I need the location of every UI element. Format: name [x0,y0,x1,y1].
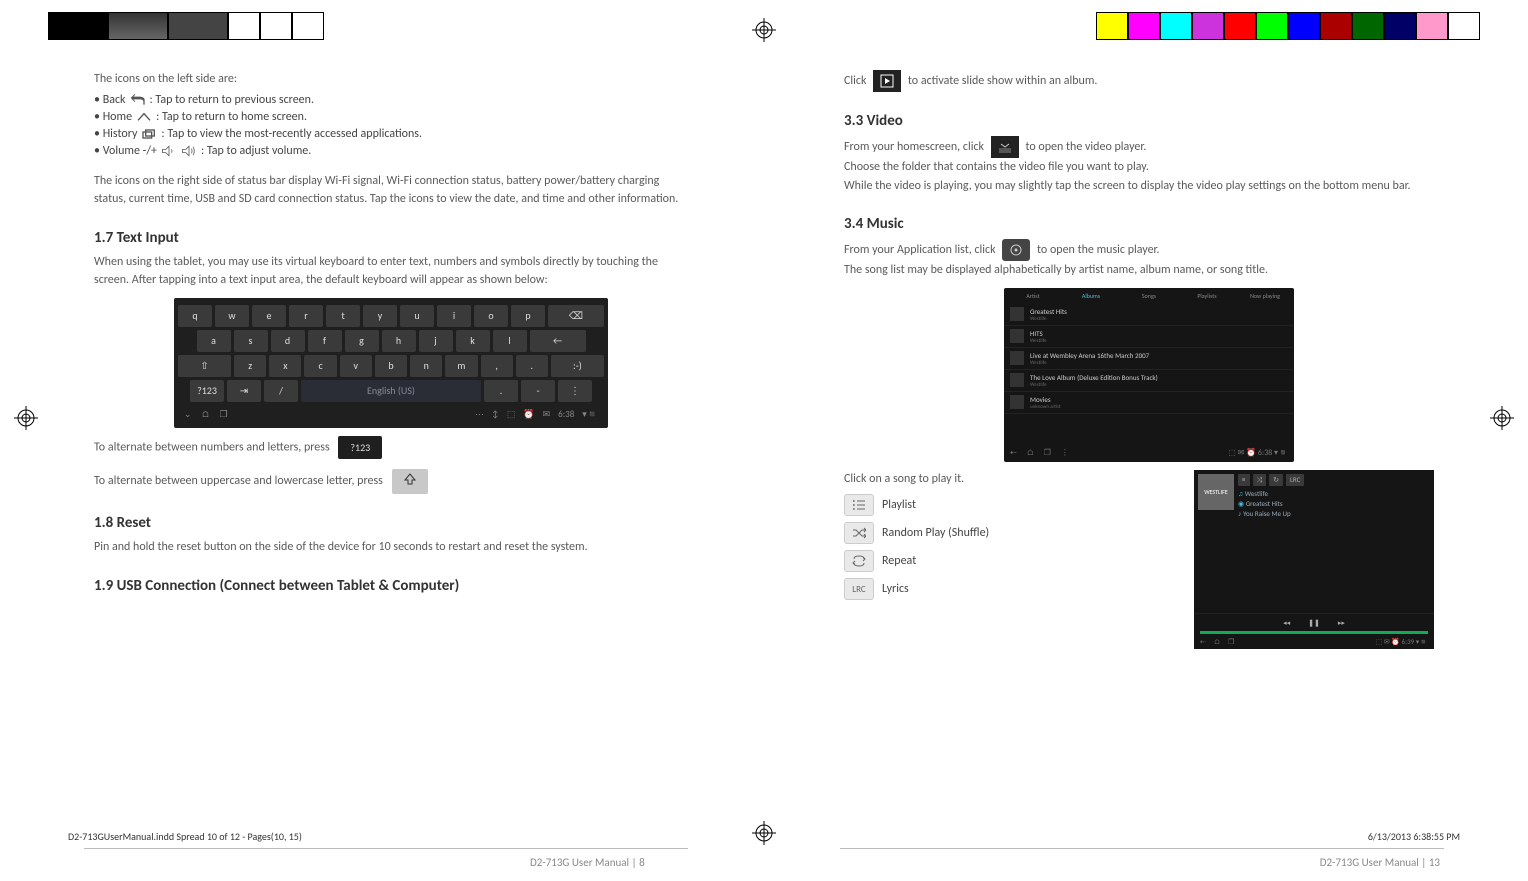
footer-rule-right [840,848,1444,849]
registration-mark-icon [14,406,38,430]
music-p: The song list may be displayed alphabeti… [844,261,1434,280]
spread-filename: D2-713GUserManual.indd Spread 10 of 12 -… [68,830,302,843]
bullet-volume: • Volume -/+ : Tap to adjust volume. [94,144,684,158]
page-footer-right: D2-713G User Manual | 13 [1320,856,1440,869]
video-p2: While the video is playing, you may slig… [844,177,1434,196]
numbers-key-icon: ?123 [338,436,382,460]
alternate-case-text: To alternate between uppercase and lower… [94,469,684,494]
keyboard-screenshot: qwertyuiop⌫ asdfghjkl← ⇧zxcvbnm,.:-) ?12… [174,298,608,428]
music-player-icon [1002,239,1030,261]
registration-bar-left [48,12,324,40]
alternate-numbers-text: To alternate between numbers and letters… [94,436,684,460]
spread-timestamp: 6/13/2013 6:38:55 PM [1368,830,1460,843]
bullet-home: • Home : Tap to return to home screen. [94,110,684,124]
heading-1-9: 1.9 USB Connection (Connect between Tabl… [94,577,684,595]
registration-mark-icon [752,821,776,845]
bullet-back: • Back : Tap to return to previous scree… [94,93,684,107]
repeat-label: Repeat [844,550,1176,572]
shuffle-icon [844,522,874,544]
video-p1: Choose the folder that contains the vide… [844,158,1434,177]
footer-rule-left [84,848,688,849]
back-icon [130,93,146,107]
music-player-screenshot: WESTLIFE ≡⤨↻LRC ♫ Westlife ◉ Greatest Hi… [1194,470,1434,649]
video-open-text: From your homescreen, click to open the … [844,136,1434,158]
heading-3-4: 3.4 Music [844,215,1434,233]
music-library-screenshot: ArtistAlbumsSongsPlaylistsNow playing Gr… [1004,288,1294,462]
shift-key-icon [392,469,428,494]
playlist-label: Playlist [844,494,1176,516]
home-icon [136,110,152,124]
registration-mark-icon [752,18,776,42]
volume-down-icon [161,144,177,158]
volume-up-icon [181,144,197,158]
paragraph-1-7: When using the tablet, you may use its v… [94,253,684,290]
repeat-icon [844,550,874,572]
slideshow-text: Click to activate slide show within an a… [844,70,1434,92]
page-footer-left: D2-713G User Manual | 8 [530,856,645,869]
page-left: The icons on the left side are: • Back :… [84,70,694,770]
playlist-icon [844,494,874,516]
bullet-history: • History : Tap to view the most-recentl… [94,127,684,141]
lyrics-label: LRC Lyrics [844,578,1176,600]
paragraph-1-8: Pin and hold the reset button on the sid… [94,538,684,557]
video-player-icon [991,136,1019,158]
music-open-text: From your Application list, click to ope… [844,239,1434,261]
slideshow-play-icon [873,70,901,92]
right-icons-paragraph: The icons on the right side of status ba… [94,172,684,209]
page-right: Click to activate slide show within an a… [834,70,1444,770]
heading-1-7: 1.7 Text Input [94,229,684,247]
intro-left-icons: The icons on the left side are: [94,70,684,89]
click-song-text: Click on a song to play it. [844,470,1176,489]
shuffle-label: Random Play (Shuffle) [844,522,1176,544]
registration-bar-right [1096,12,1480,40]
heading-1-8: 1.8 Reset [94,514,684,532]
lrc-icon: LRC [844,578,874,600]
history-icon [141,127,157,141]
registration-mark-icon [1490,406,1514,430]
heading-3-3: 3.3 Video [844,112,1434,130]
